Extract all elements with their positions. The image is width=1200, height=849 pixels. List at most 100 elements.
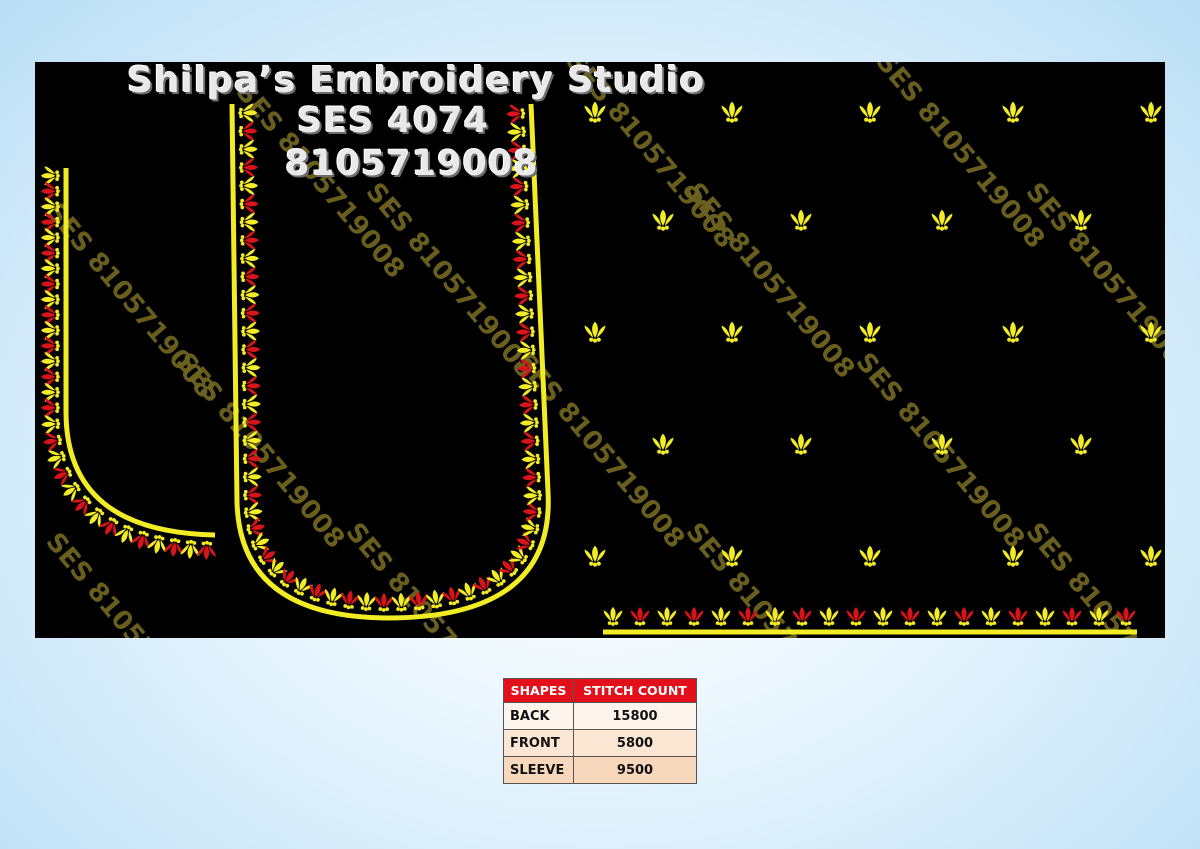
- border-motif: [338, 589, 361, 611]
- border-motif: [40, 290, 60, 309]
- border-motif: [321, 585, 345, 609]
- stitch-count-table: SHAPES STITCH COUNT BACK 15800 FRONT 580…: [503, 678, 697, 784]
- border-motif: [40, 367, 60, 387]
- border-motif: [242, 485, 263, 505]
- border-motif: [97, 513, 124, 540]
- border-motif: [240, 267, 260, 287]
- border-motif: [40, 243, 60, 263]
- watermark-text: SES 8105719008: [680, 517, 861, 638]
- border-motif: [603, 606, 623, 626]
- border-motif: [40, 398, 60, 418]
- border-motif: [846, 606, 866, 626]
- border-motif: [981, 606, 1001, 626]
- butta-motif: [652, 209, 674, 231]
- border-motif: [40, 305, 60, 325]
- border-motif: [511, 231, 532, 251]
- border-motif: [196, 540, 217, 561]
- border-motif: [711, 606, 731, 626]
- border-motif: [1008, 606, 1028, 626]
- border-motif: [819, 606, 839, 626]
- border-motif: [239, 194, 259, 214]
- border-motif: [239, 212, 259, 232]
- butta-motif: [721, 321, 743, 343]
- border-motif: [518, 516, 542, 540]
- border-motif: [40, 274, 60, 294]
- border-motif: [513, 285, 534, 306]
- border-motif: [506, 122, 527, 142]
- border-motif: [456, 579, 481, 604]
- border-motif: [521, 449, 541, 470]
- butta-motif: [1002, 101, 1024, 123]
- border-motif: [520, 431, 541, 451]
- watermark-text: SES 8105719008: [1020, 177, 1165, 384]
- butta-motif: [1140, 101, 1162, 123]
- watermark-text: SES 8105719008: [870, 62, 1051, 254]
- butta-motif: [859, 545, 881, 567]
- border-motif: [113, 521, 138, 547]
- stitch-count: 15800: [573, 702, 697, 730]
- border-motif: [239, 230, 259, 250]
- border-motif: [657, 606, 677, 626]
- border-motif: [40, 336, 60, 356]
- border-motif: [248, 530, 273, 556]
- border-motif: [512, 249, 533, 270]
- border-motif: [238, 158, 258, 177]
- shape-name: SLEEVE: [503, 756, 574, 784]
- border-motif: [630, 606, 650, 626]
- butta-motif: [1002, 321, 1024, 343]
- butta-motif: [584, 321, 606, 343]
- border-motif: [40, 351, 60, 371]
- border-motif: [900, 606, 920, 626]
- border-motif: [129, 528, 154, 552]
- border-motif: [518, 395, 539, 415]
- watermark-text: SES 8105719008: [340, 517, 521, 638]
- butta-motif: [584, 545, 606, 567]
- watermark-text: SES 8105719008: [1020, 517, 1165, 638]
- border-motif: [522, 485, 543, 506]
- border-motif: [927, 606, 947, 626]
- border-motif: [146, 533, 170, 556]
- border-motif: [40, 382, 60, 402]
- border-motif: [470, 572, 497, 598]
- stitch-count: 9500: [573, 756, 697, 784]
- border-motif: [873, 606, 893, 626]
- studio-name-title: Shilpa’s Embroidery Studio: [127, 62, 706, 101]
- border-motif: [244, 516, 268, 540]
- butta-motif: [1070, 433, 1092, 455]
- table-row: FRONT 5800: [503, 729, 697, 757]
- border-motif: [240, 303, 260, 323]
- border-motif: [242, 501, 264, 523]
- border-motif: [792, 606, 812, 626]
- sleeve-motif-border: [603, 606, 1136, 626]
- border-motif: [356, 591, 377, 612]
- butta-motif: [859, 101, 881, 123]
- border-motif: [180, 539, 201, 560]
- border-motif: [40, 259, 60, 278]
- studio-phone-number: 8105719008: [285, 144, 539, 184]
- border-motif: [513, 267, 533, 288]
- embroidery-design-canvas: SES 8105719008 SES 8105719008 SES 81057190…: [35, 62, 1165, 638]
- border-motif: [1035, 606, 1055, 626]
- border-motif: [241, 358, 261, 378]
- table-header-row: SHAPES STITCH COUNT: [503, 678, 697, 703]
- border-motif: [41, 430, 64, 452]
- table-row: BACK 15800: [503, 702, 697, 730]
- butta-motif: [931, 209, 953, 231]
- table-row: SLEEVE 9500: [503, 756, 697, 784]
- butta-motif: [790, 433, 812, 455]
- border-motif: [509, 194, 530, 215]
- butta-motif: [1140, 545, 1162, 567]
- butta-motif: [859, 321, 881, 343]
- border-motif: [241, 376, 261, 396]
- stitch-count: 5800: [573, 729, 697, 757]
- watermark-text: SES 8105719008: [170, 347, 351, 554]
- design-code: SES 4074: [297, 101, 489, 141]
- embroidery-design-artwork: SES 8105719008SES 8105719008SES 81057190…: [40, 62, 1165, 638]
- header-stitch-count: STITCH COUNT: [573, 678, 697, 703]
- border-motif: [510, 213, 531, 233]
- border-motif: [519, 413, 540, 433]
- border-motif: [441, 584, 464, 608]
- butta-motif: [721, 101, 743, 123]
- border-motif: [505, 104, 526, 124]
- butta-motif: [652, 433, 674, 455]
